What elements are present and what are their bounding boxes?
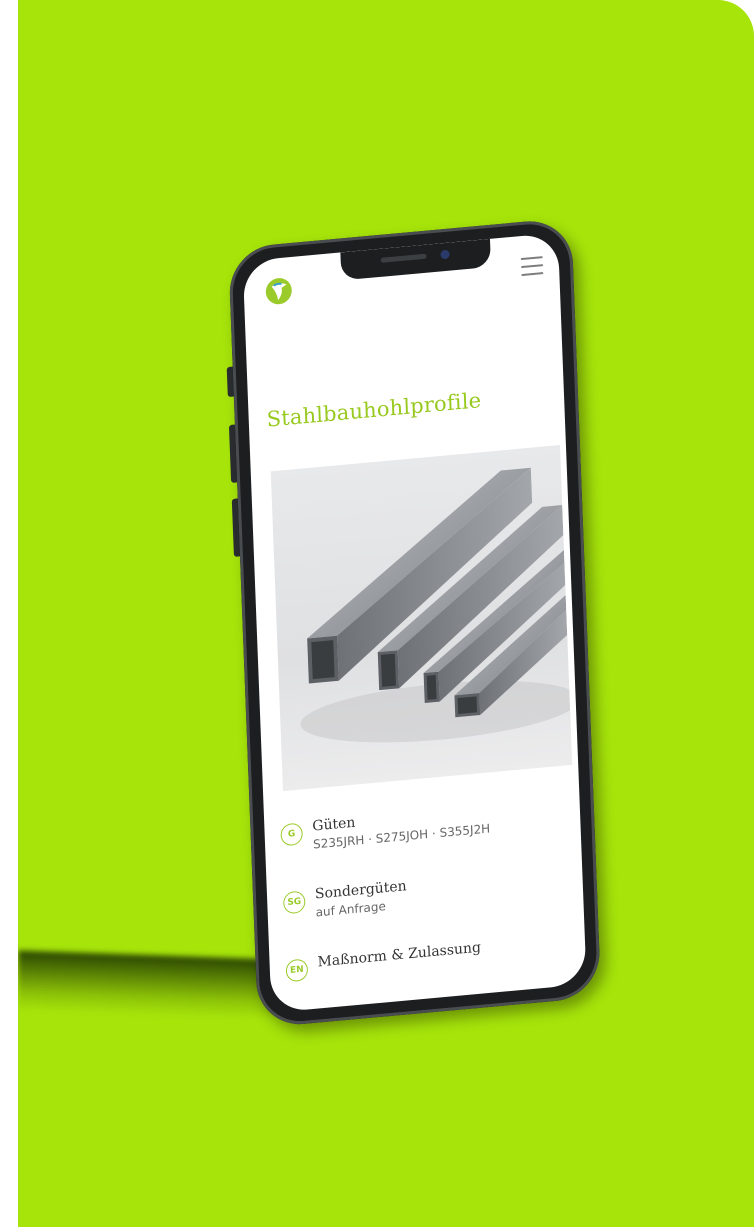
- green-backdrop: Stahlbauhohlprofile G Güten S235JRH · S2…: [18, 0, 754, 1227]
- front-camera: [440, 249, 450, 260]
- spec-gueten: G Güten S235JRH · S275JOH · S355J2H: [280, 802, 490, 854]
- spec-title: Maßnorm & Zulassung: [317, 939, 482, 971]
- hamburger-menu-icon[interactable]: [520, 256, 544, 277]
- brand-logo-icon[interactable]: [263, 275, 294, 308]
- phone-notch: [340, 238, 492, 281]
- grade-g-icon: G: [280, 822, 304, 847]
- page-title: Stahlbauhohlprofile: [266, 388, 482, 432]
- steel-tubes-illustration: [300, 467, 573, 743]
- speaker-grille: [380, 253, 427, 263]
- phone-screen: Stahlbauhohlprofile G Güten S235JRH · S2…: [242, 232, 587, 1013]
- spec-sondergueten: SG Sondergüten auf Anfrage: [282, 878, 408, 922]
- phone-body: Stahlbauhohlprofile G Güten S235JRH · S2…: [228, 217, 602, 1029]
- product-image: [270, 445, 573, 792]
- phone-mockup: Stahlbauhohlprofile G Güten S235JRH · S2…: [226, 216, 618, 1048]
- phone-shadow: [18, 950, 278, 1020]
- norm-en-icon: EN: [285, 958, 309, 983]
- spec-massnorm: EN Maßnorm & Zulassung: [285, 940, 481, 983]
- special-grade-sg-icon: SG: [282, 890, 306, 915]
